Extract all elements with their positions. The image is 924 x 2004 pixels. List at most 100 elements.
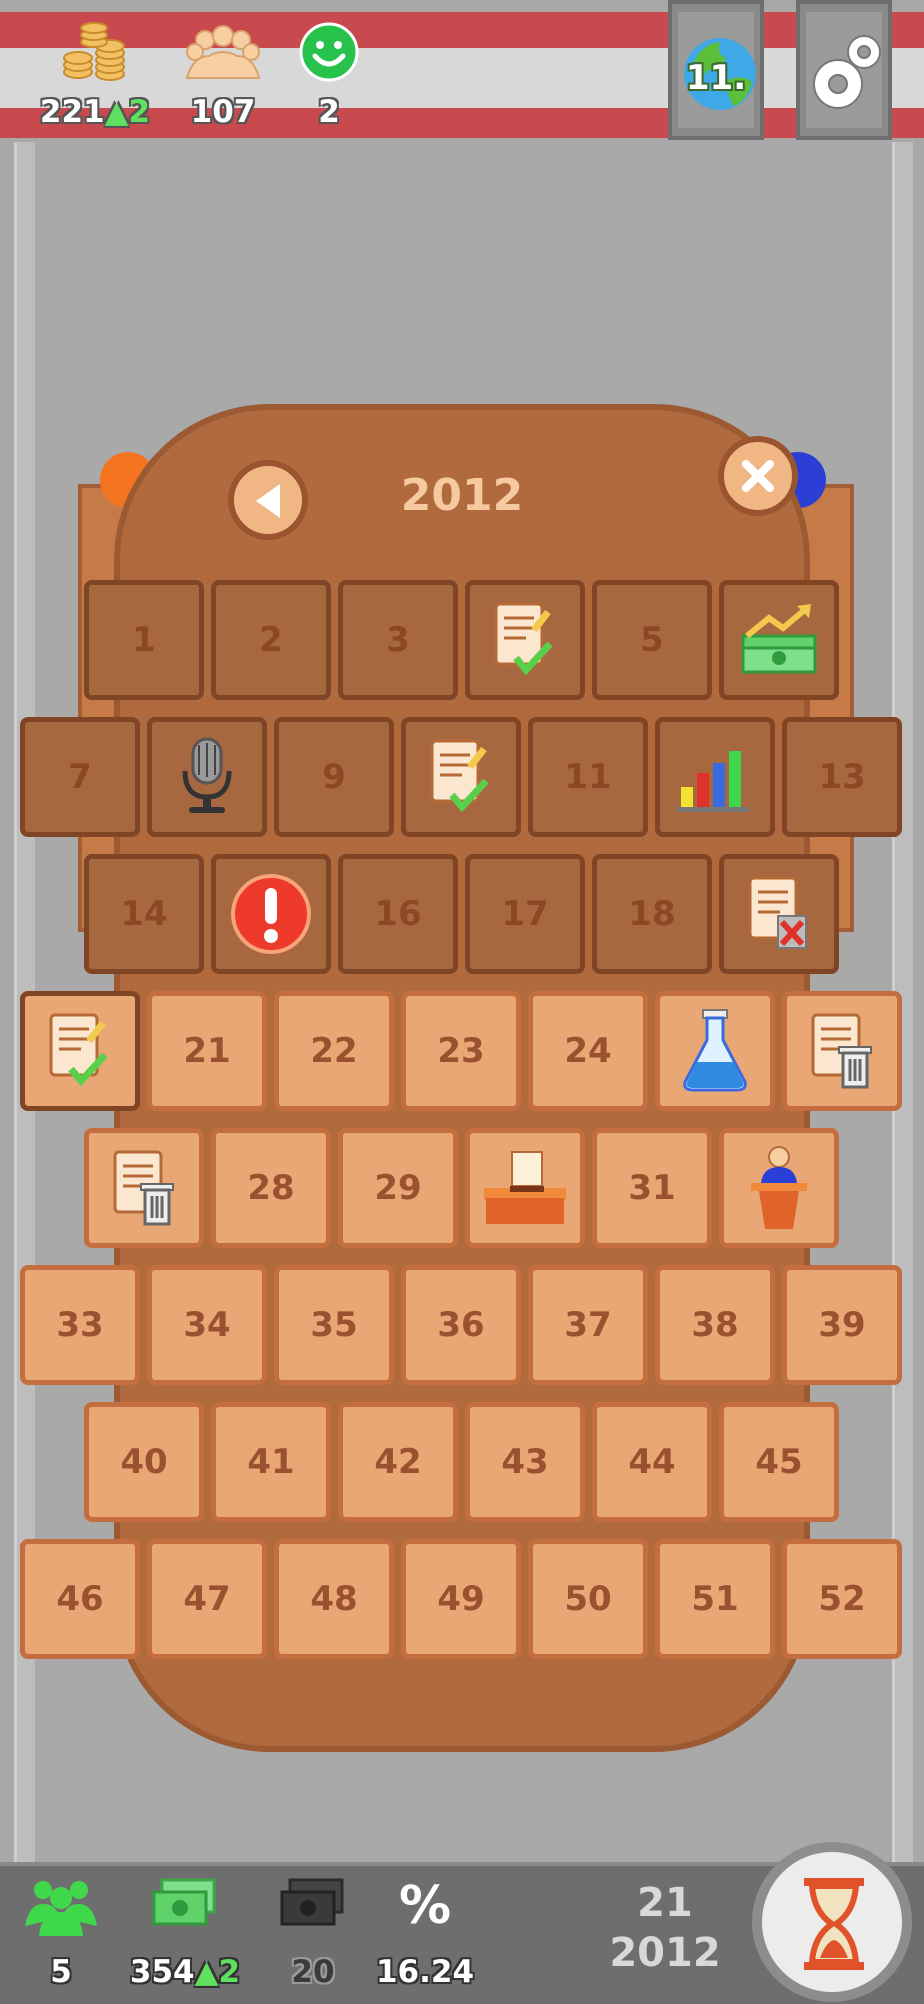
flask-icon — [679, 1008, 751, 1094]
week-number: 29 — [374, 1168, 422, 1208]
week-number: 41 — [247, 1442, 295, 1482]
settings-button[interactable] — [796, 0, 892, 140]
percentage-value: 16.24 — [375, 1954, 475, 1990]
week-number: 21 — [183, 1031, 231, 1071]
happiness-stat: 2 — [254, 18, 404, 133]
week-tile[interactable]: 16 — [338, 854, 458, 974]
week-tile[interactable]: 46 — [20, 1539, 140, 1659]
week-number: 11 — [564, 757, 612, 797]
week-tile[interactable]: 40 — [84, 1402, 204, 1522]
week-tile[interactable]: 45 — [719, 1402, 839, 1522]
week-tile[interactable]: 42 — [338, 1402, 458, 1522]
week-tile[interactable]: 39 — [782, 1265, 902, 1385]
week-tile[interactable]: 35 — [274, 1265, 394, 1385]
document-approved-icon — [490, 600, 560, 680]
week-tile[interactable]: 36 — [401, 1265, 521, 1385]
week-number: 31 — [628, 1168, 676, 1208]
percent-symbol: % — [398, 1876, 452, 1936]
week-number: 23 — [437, 1031, 485, 1071]
back-button[interactable] — [228, 460, 308, 540]
week-number: 40 — [120, 1442, 168, 1482]
week-tile[interactable]: 33 — [20, 1265, 140, 1385]
week-tile[interactable] — [719, 1128, 839, 1248]
week-number: 34 — [183, 1305, 231, 1345]
week-tile[interactable]: 44 — [592, 1402, 712, 1522]
week-tile[interactable]: 11 — [528, 717, 648, 837]
week-number: 49 — [437, 1579, 485, 1619]
week-number: 42 — [374, 1442, 422, 1482]
document-trash-icon — [109, 1148, 179, 1228]
week-tile[interactable]: 24 — [528, 991, 648, 1111]
week-tile[interactable]: 7 — [20, 717, 140, 837]
week-tile[interactable] — [20, 991, 140, 1111]
week-tile[interactable] — [655, 717, 775, 837]
week-tile[interactable]: 21 — [147, 991, 267, 1111]
week-tile[interactable] — [782, 991, 902, 1111]
world-rank-button[interactable]: 11. — [668, 0, 764, 140]
week-tile[interactable]: 22 — [274, 991, 394, 1111]
smiley-icon — [299, 22, 359, 86]
dark-cash-icon — [280, 1876, 346, 1940]
week-number: 47 — [183, 1579, 231, 1619]
week-tile[interactable]: 50 — [528, 1539, 648, 1659]
week-tile[interactable]: 14 — [84, 854, 204, 974]
hourglass-icon — [802, 1878, 866, 1974]
week-tile[interactable]: 31 — [592, 1128, 712, 1248]
week-tile[interactable]: 2 — [211, 580, 331, 700]
week-number: 7 — [68, 757, 92, 797]
document-approved-icon — [426, 737, 496, 817]
end-turn-button[interactable] — [752, 1842, 912, 2002]
week-tile[interactable]: 49 — [401, 1539, 521, 1659]
week-tile[interactable] — [84, 1128, 204, 1248]
week-tile[interactable]: 1 — [84, 580, 204, 700]
week-tile[interactable]: 34 — [147, 1265, 267, 1385]
week-number: 39 — [818, 1305, 866, 1345]
money-gain-arrow-icon: ▲ — [194, 1954, 219, 1990]
week-tile[interactable]: 48 — [274, 1539, 394, 1659]
week-tile[interactable] — [719, 580, 839, 700]
week-tile[interactable]: 17 — [465, 854, 585, 974]
week-tile[interactable] — [147, 717, 267, 837]
coin-stack-icon — [60, 22, 130, 86]
world-rank-label: 11. — [685, 58, 747, 98]
alert-icon — [229, 872, 313, 956]
week-tile[interactable]: 5 — [592, 580, 712, 700]
money-gain-value: 2 — [218, 1954, 241, 1990]
week-number: 43 — [501, 1442, 549, 1482]
week-tile[interactable] — [719, 854, 839, 974]
week-number: 22 — [310, 1031, 358, 1071]
week-tile[interactable] — [211, 854, 331, 974]
week-tile[interactable]: 38 — [655, 1265, 775, 1385]
week-tile[interactable]: 29 — [338, 1128, 458, 1248]
week-number: 37 — [564, 1305, 612, 1345]
week-number: 5 — [640, 620, 664, 660]
week-tile[interactable] — [655, 991, 775, 1111]
week-tile[interactable]: 23 — [401, 991, 521, 1111]
week-tile[interactable]: 37 — [528, 1265, 648, 1385]
week-tile[interactable]: 47 — [147, 1539, 267, 1659]
calendar-year-title: 2012 — [400, 470, 524, 521]
week-number: 17 — [501, 894, 549, 934]
coins-gain-value: 2 — [128, 94, 151, 130]
week-tile[interactable]: 52 — [782, 1539, 902, 1659]
week-tile[interactable]: 51 — [655, 1539, 775, 1659]
document-trash-icon — [807, 1011, 877, 1091]
week-tile[interactable]: 43 — [465, 1402, 585, 1522]
crowd-icon — [183, 22, 263, 86]
money-growth-icon — [737, 600, 821, 680]
week-tile[interactable]: 3 — [338, 580, 458, 700]
week-number: 1 — [132, 620, 156, 660]
week-tile[interactable]: 9 — [274, 717, 394, 837]
week-tile[interactable] — [465, 1128, 585, 1248]
week-number: 46 — [56, 1579, 104, 1619]
week-tile[interactable]: 41 — [211, 1402, 331, 1522]
percentage-stat: % 16.24 — [350, 1876, 500, 1996]
close-button[interactable] — [718, 436, 798, 516]
week-tile[interactable] — [401, 717, 521, 837]
week-number: 3 — [386, 620, 410, 660]
week-tile[interactable] — [465, 580, 585, 700]
week-number: 48 — [310, 1579, 358, 1619]
week-tile[interactable]: 28 — [211, 1128, 331, 1248]
week-tile[interactable]: 18 — [592, 854, 712, 974]
week-tile[interactable]: 13 — [782, 717, 902, 837]
